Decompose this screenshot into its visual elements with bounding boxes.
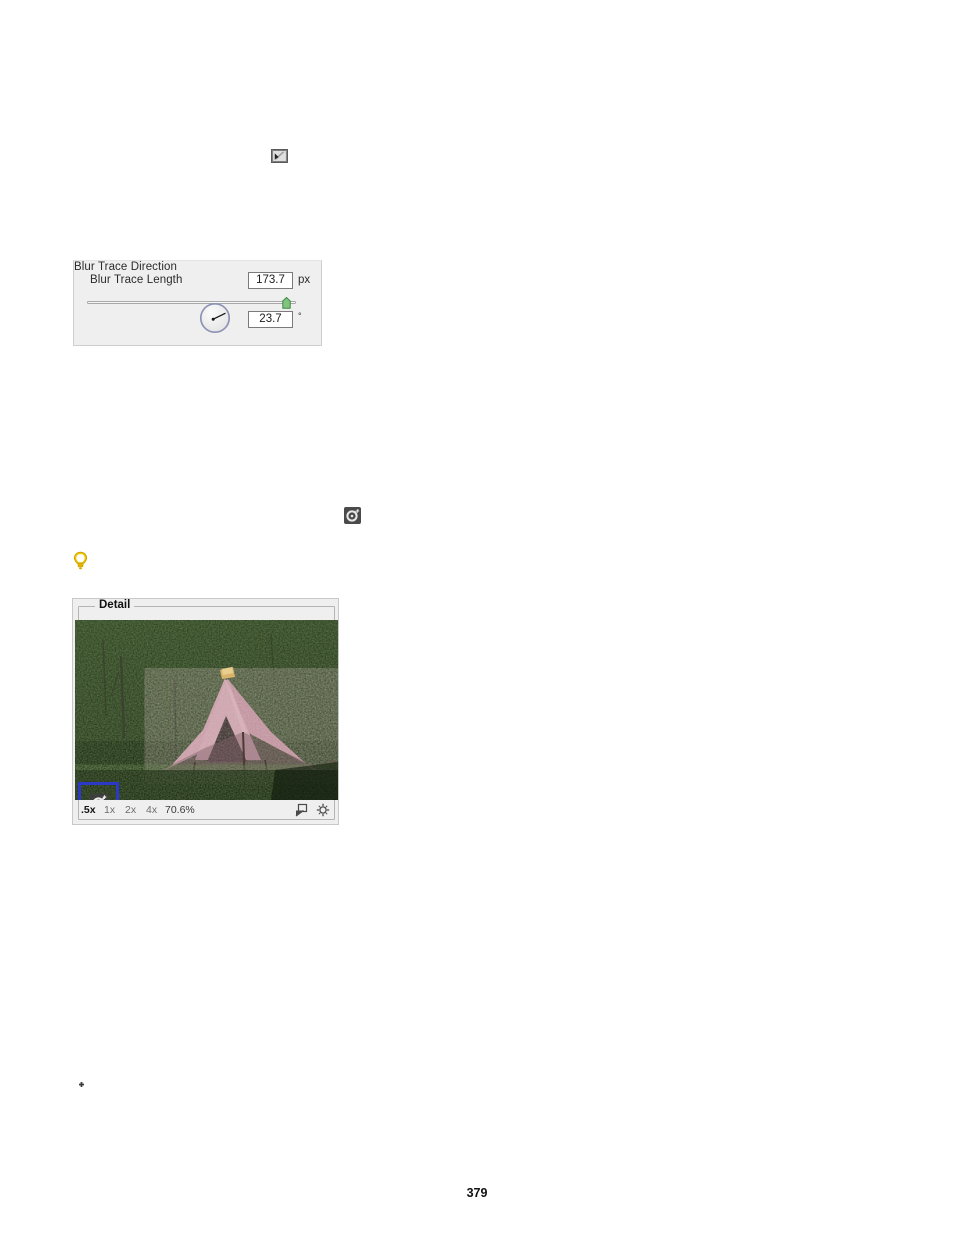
blur-trace-panel: Blur Trace Length 173.7 px Blur Trace Di… (73, 260, 322, 346)
lightbulb-tip-icon (72, 551, 89, 571)
blur-direction-tool-icon[interactable] (271, 149, 288, 163)
detail-footer-bar: .5x 1x 2x 4x 70.6% (75, 801, 338, 819)
loupe-icon (89, 793, 108, 800)
slider-track[interactable] (87, 301, 296, 304)
detail-panel-title: Detail (95, 599, 135, 612)
blur-trace-direction-label: Blur Trace Direction (74, 261, 177, 273)
blur-trace-direction-input[interactable]: 23.7 (248, 311, 293, 328)
zoom-step-4x[interactable]: 4x (146, 804, 157, 816)
blur-trace-direction-unit: ° (298, 311, 302, 321)
zoom-percent-readout: 70.6% (165, 804, 195, 816)
blur-trace-direction-dial[interactable] (199, 302, 231, 334)
bullet-marker (79, 1082, 84, 1087)
undock-detail-icon[interactable] (294, 803, 308, 817)
blur-trace-length-unit: px (298, 274, 311, 286)
slider-thumb[interactable] (281, 297, 291, 309)
zoom-step-half[interactable]: .5x (81, 804, 96, 816)
loupe-icon (344, 507, 361, 524)
refresh-detail-icon[interactable] (316, 803, 330, 817)
page-number: 379 (466, 1186, 488, 1200)
loupe-selection-overlay[interactable] (78, 782, 119, 800)
zoom-step-1x[interactable]: 1x (104, 804, 115, 816)
zoom-step-2x[interactable]: 2x (125, 804, 136, 816)
blur-trace-length-label: Blur Trace Length (90, 274, 183, 286)
detail-panel: Detail .5x 1x 2x 4x 70.6% (72, 598, 339, 825)
blur-trace-length-slider[interactable] (87, 296, 296, 310)
detail-preview-image[interactable] (75, 620, 338, 800)
blur-trace-length-input[interactable]: 173.7 (248, 272, 293, 289)
